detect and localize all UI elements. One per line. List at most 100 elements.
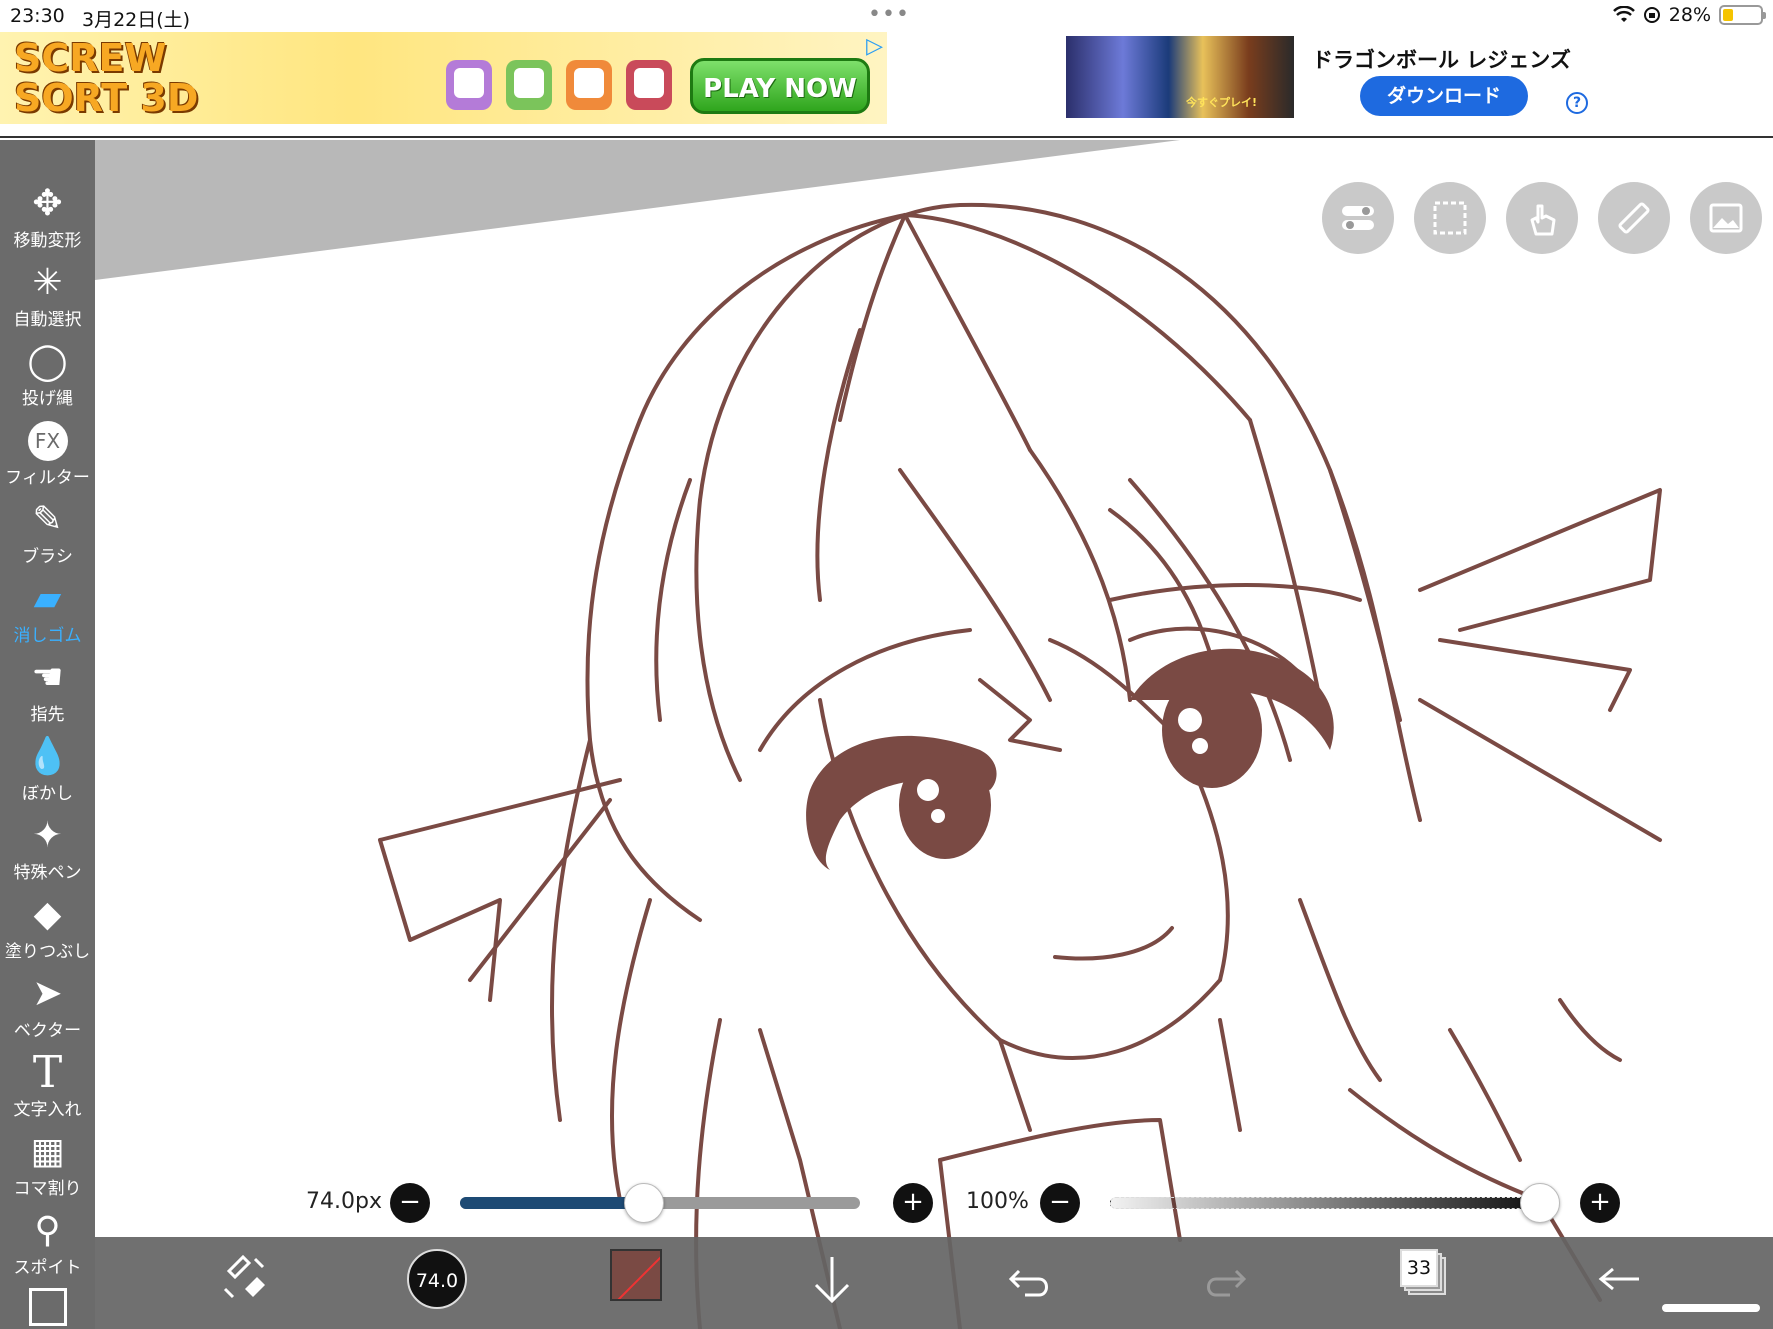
- image-icon: [1709, 203, 1743, 233]
- tool-sparkle-pen[interactable]: ✦ 特殊ペン: [0, 812, 95, 890]
- opacity-track[interactable]: [1110, 1197, 1540, 1209]
- swap-tool-button[interactable]: [215, 1249, 275, 1309]
- bottom-toolbar: 74.0 33: [95, 1237, 1773, 1329]
- tool-fx[interactable]: FX フィルター: [0, 417, 95, 495]
- opacity-label: 100%: [966, 1189, 1029, 1214]
- tool-label: 塗りつぶし: [4, 942, 91, 962]
- tool-label: 文字入れ: [13, 1100, 82, 1120]
- color-swatch-button[interactable]: [610, 1249, 662, 1309]
- rotation-lock-icon: [1643, 7, 1660, 23]
- reference-image-button[interactable]: [1690, 182, 1762, 254]
- tool-label: フィルター: [5, 468, 90, 488]
- tool-label: ベクター: [13, 1021, 82, 1041]
- tool-drop[interactable]: 💧 ぼかし: [0, 733, 95, 811]
- layer-count: 33: [1400, 1249, 1438, 1287]
- back-arrow-icon: [1598, 1267, 1639, 1291]
- redo-button[interactable]: [1200, 1249, 1250, 1309]
- adchoices-icon[interactable]: ▷: [866, 34, 883, 59]
- tool-eraser[interactable]: ▰ 消しゴム: [0, 575, 95, 653]
- lasso-icon: ◯: [27, 341, 68, 382]
- tool-label: コマ割り: [13, 1179, 82, 1199]
- opacity-plus-button[interactable]: +: [1580, 1183, 1620, 1223]
- tool-label: 移動変形: [13, 231, 82, 251]
- undo-button[interactable]: [1005, 1249, 1055, 1309]
- brush-size-button[interactable]: 74.0: [407, 1249, 467, 1309]
- multitask-dots[interactable]: •••: [868, 2, 910, 27]
- tool-brush[interactable]: ✎ ブラシ: [0, 496, 95, 574]
- fx-icon: FX: [0, 417, 95, 465]
- ad-title-line1: SCREW: [14, 36, 167, 80]
- tool-label: 消しゴム: [13, 626, 82, 646]
- tool-move-arrows[interactable]: ✥ 移動変形: [0, 180, 95, 258]
- tool-label: スポイト: [13, 1258, 82, 1278]
- status-time: 23:30: [10, 5, 65, 27]
- tool-bucket[interactable]: ◆ 塗りつぶし: [0, 891, 95, 969]
- tool-sidebar: ✥ 移動変形 ✳ 自動選択 ◯ 投げ縄 FX フィルター ✎ ブラシ ▰ 消しゴム ☚ 指先 💧 ぼかし ✦ 特殊…: [0, 140, 95, 1329]
- toggle-button[interactable]: [1322, 182, 1394, 254]
- home-indicator[interactable]: [1662, 1304, 1760, 1312]
- eraser-icon: ▰: [33, 578, 62, 619]
- tool-magic-wand[interactable]: ✳ 自動選択: [0, 259, 95, 337]
- layers-icon: 33: [1400, 1249, 1448, 1301]
- ruler-button[interactable]: [1598, 182, 1670, 254]
- dice-icon: [506, 60, 552, 110]
- wifi-icon: [1612, 6, 1635, 22]
- hand-button[interactable]: [1506, 182, 1578, 254]
- selection-button[interactable]: [1414, 182, 1486, 254]
- ad-help-icon[interactable]: ?: [1566, 92, 1588, 114]
- status-bar: 23:30 3月22日(土) ••• 28%: [0, 0, 1773, 32]
- tool-label: 投げ縄: [22, 389, 73, 409]
- brush-size-badge: 74.0: [407, 1249, 467, 1309]
- tool-eyedropper[interactable]: ⚲ スポイト: [0, 1207, 95, 1285]
- move-arrows-icon: ✥: [32, 183, 63, 224]
- redo-icon: [1207, 1269, 1247, 1297]
- ruler-icon: [1618, 202, 1650, 234]
- pen-eraser-swap-icon: [223, 1254, 265, 1299]
- selection-icon: [1433, 201, 1467, 235]
- tool-label: ぼかし: [22, 784, 73, 804]
- size-track-fill: [460, 1197, 644, 1209]
- download-button[interactable]: ダウンロード: [1360, 76, 1528, 116]
- finger-icon: ☚: [31, 657, 64, 698]
- size-plus-button[interactable]: +: [893, 1183, 933, 1223]
- vector-arrow-icon: ➤: [32, 973, 63, 1014]
- panel-icon: ▦: [30, 1131, 65, 1172]
- opacity-minus-button[interactable]: −: [1040, 1183, 1080, 1223]
- ad-title-line2: SORT 3D: [14, 76, 199, 120]
- dice-icon: [626, 60, 672, 110]
- merge-down-button[interactable]: [810, 1249, 854, 1309]
- tool-lasso[interactable]: ◯ 投げ縄: [0, 338, 95, 416]
- tool-panel[interactable]: ▦ コマ割り: [0, 1128, 95, 1206]
- ad-game-title: ドラゴンボール レジェンズ: [1312, 48, 1571, 72]
- toggle-icon: [1342, 206, 1374, 230]
- sketch-canvas[interactable]: [0, 140, 1773, 1329]
- text-icon: T: [32, 1047, 63, 1098]
- ad-screw-sort[interactable]: SCREW SORT 3D PLAY NOW ▷: [0, 32, 887, 124]
- tool-text[interactable]: T 文字入れ: [0, 1049, 95, 1127]
- tool-finger[interactable]: ☚ 指先: [0, 654, 95, 732]
- ad-thumbnail: 今すぐプレイ!: [1066, 36, 1294, 118]
- tool-vector-arrow[interactable]: ➤ ベクター: [0, 970, 95, 1048]
- battery-percent: 28%: [1668, 4, 1711, 26]
- tool-label: 特殊ペン: [13, 863, 82, 883]
- color-swatch: [610, 1249, 662, 1301]
- magic-wand-icon: ✳: [32, 262, 63, 303]
- tool-label: ブラシ: [22, 547, 73, 567]
- size-slider-knob[interactable]: [624, 1183, 664, 1223]
- opacity-slider-knob[interactable]: [1520, 1183, 1560, 1223]
- size-minus-button[interactable]: −: [390, 1183, 430, 1223]
- ad-banner-area: SCREW SORT 3D PLAY NOW ▷ 今すぐプレイ! ドラゴンボール…: [0, 32, 1773, 138]
- tool-label: 自動選択: [13, 310, 82, 330]
- dice-icon: [566, 60, 612, 110]
- back-button[interactable]: [1595, 1249, 1645, 1309]
- battery-icon: [1719, 5, 1766, 25]
- play-now-button[interactable]: PLAY NOW: [690, 58, 870, 114]
- ad-thumb-caption: 今すぐプレイ!: [1186, 96, 1258, 109]
- layers-button[interactable]: 33: [1400, 1249, 1448, 1309]
- drop-icon: 💧: [25, 736, 70, 777]
- drawing-workspace[interactable]: [0, 140, 1773, 1329]
- frame-icon[interactable]: [29, 1288, 67, 1326]
- ad-dragonball[interactable]: 今すぐプレイ! ドラゴンボール レジェンズ ダウンロード ?: [1066, 36, 1592, 120]
- brush-size-label: 74.0px: [306, 1189, 382, 1214]
- undo-icon: [1008, 1269, 1048, 1297]
